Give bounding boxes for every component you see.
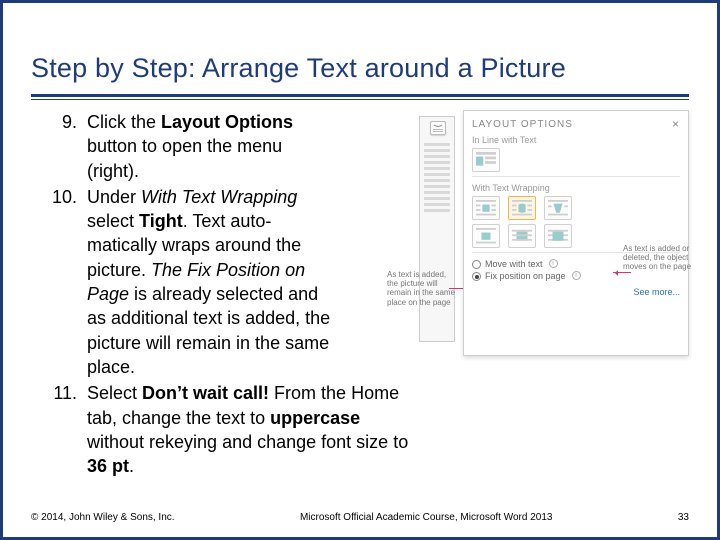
- info-icon[interactable]: i: [549, 259, 558, 268]
- callout-move-with-text: As text is added or deleted, the object …: [623, 244, 695, 272]
- slide: Step by Step: Arrange Text around a Pict…: [0, 0, 720, 540]
- title-rule-thick: [31, 94, 689, 97]
- close-icon[interactable]: ×: [672, 117, 680, 131]
- radio-label: Fix position on page: [485, 271, 566, 281]
- page-number: 33: [678, 512, 689, 523]
- step-number: 9.: [31, 110, 87, 183]
- radio-icon: [472, 260, 481, 269]
- course-name: Microsoft Official Academic Course, Micr…: [175, 512, 678, 523]
- radio-icon: [472, 272, 481, 281]
- step-text: Select Don’t wait call! From the Home ta…: [87, 381, 411, 478]
- layout-options-button[interactable]: [430, 121, 446, 135]
- info-icon[interactable]: i: [572, 271, 581, 280]
- step-text: Under With Text Wrapping select Tight. T…: [87, 185, 339, 379]
- step-item: 9.Click the Layout Options button to ope…: [31, 110, 411, 183]
- body: 9.Click the Layout Options button to ope…: [31, 110, 689, 480]
- radio-label: Move with text: [485, 259, 543, 269]
- layout-options-figure: As text is added, the picture will remai…: [419, 110, 689, 360]
- step-text: Click the Layout Options button to open …: [87, 110, 339, 183]
- wrap-option-front[interactable]: [544, 224, 572, 248]
- footer: © 2014, John Wiley & Sons, Inc. Microsof…: [31, 512, 689, 523]
- layout-options-icon: [433, 124, 443, 132]
- title-rule-thin: [31, 99, 689, 100]
- copyright: © 2014, John Wiley & Sons, Inc.: [31, 512, 175, 523]
- section-inline-label: In Line with Text: [472, 135, 680, 145]
- see-more-link[interactable]: See more...: [472, 287, 680, 297]
- step-item: 10.Under With Text Wrapping select Tight…: [31, 185, 411, 379]
- callout-arrow-right: [613, 272, 631, 273]
- slide-title: Step by Step: Arrange Text around a Pict…: [31, 53, 689, 90]
- step-number: 10.: [31, 185, 87, 379]
- document-preview: [419, 116, 455, 342]
- wrap-option-square[interactable]: [472, 196, 500, 220]
- steps-column: 9.Click the Layout Options button to ope…: [31, 110, 411, 480]
- radio-fix-position[interactable]: Fix position on page i: [472, 271, 680, 281]
- step-number: 11.: [31, 381, 87, 478]
- step-item: 11.Select Don’t wait call! From the Home…: [31, 381, 411, 478]
- layout-options-panel: LAYOUT OPTIONS × In Line with Text With …: [463, 110, 689, 356]
- step-list: 9.Click the Layout Options button to ope…: [31, 110, 411, 478]
- wrap-option-inline[interactable]: [472, 148, 500, 172]
- wrap-option-tight[interactable]: [508, 196, 536, 220]
- section-wrapping-label: With Text Wrapping: [472, 183, 680, 193]
- wrap-option-behind[interactable]: [508, 224, 536, 248]
- wrap-option-through[interactable]: [544, 196, 572, 220]
- panel-title: LAYOUT OPTIONS: [472, 119, 573, 130]
- wrap-option-topbottom[interactable]: [472, 224, 500, 248]
